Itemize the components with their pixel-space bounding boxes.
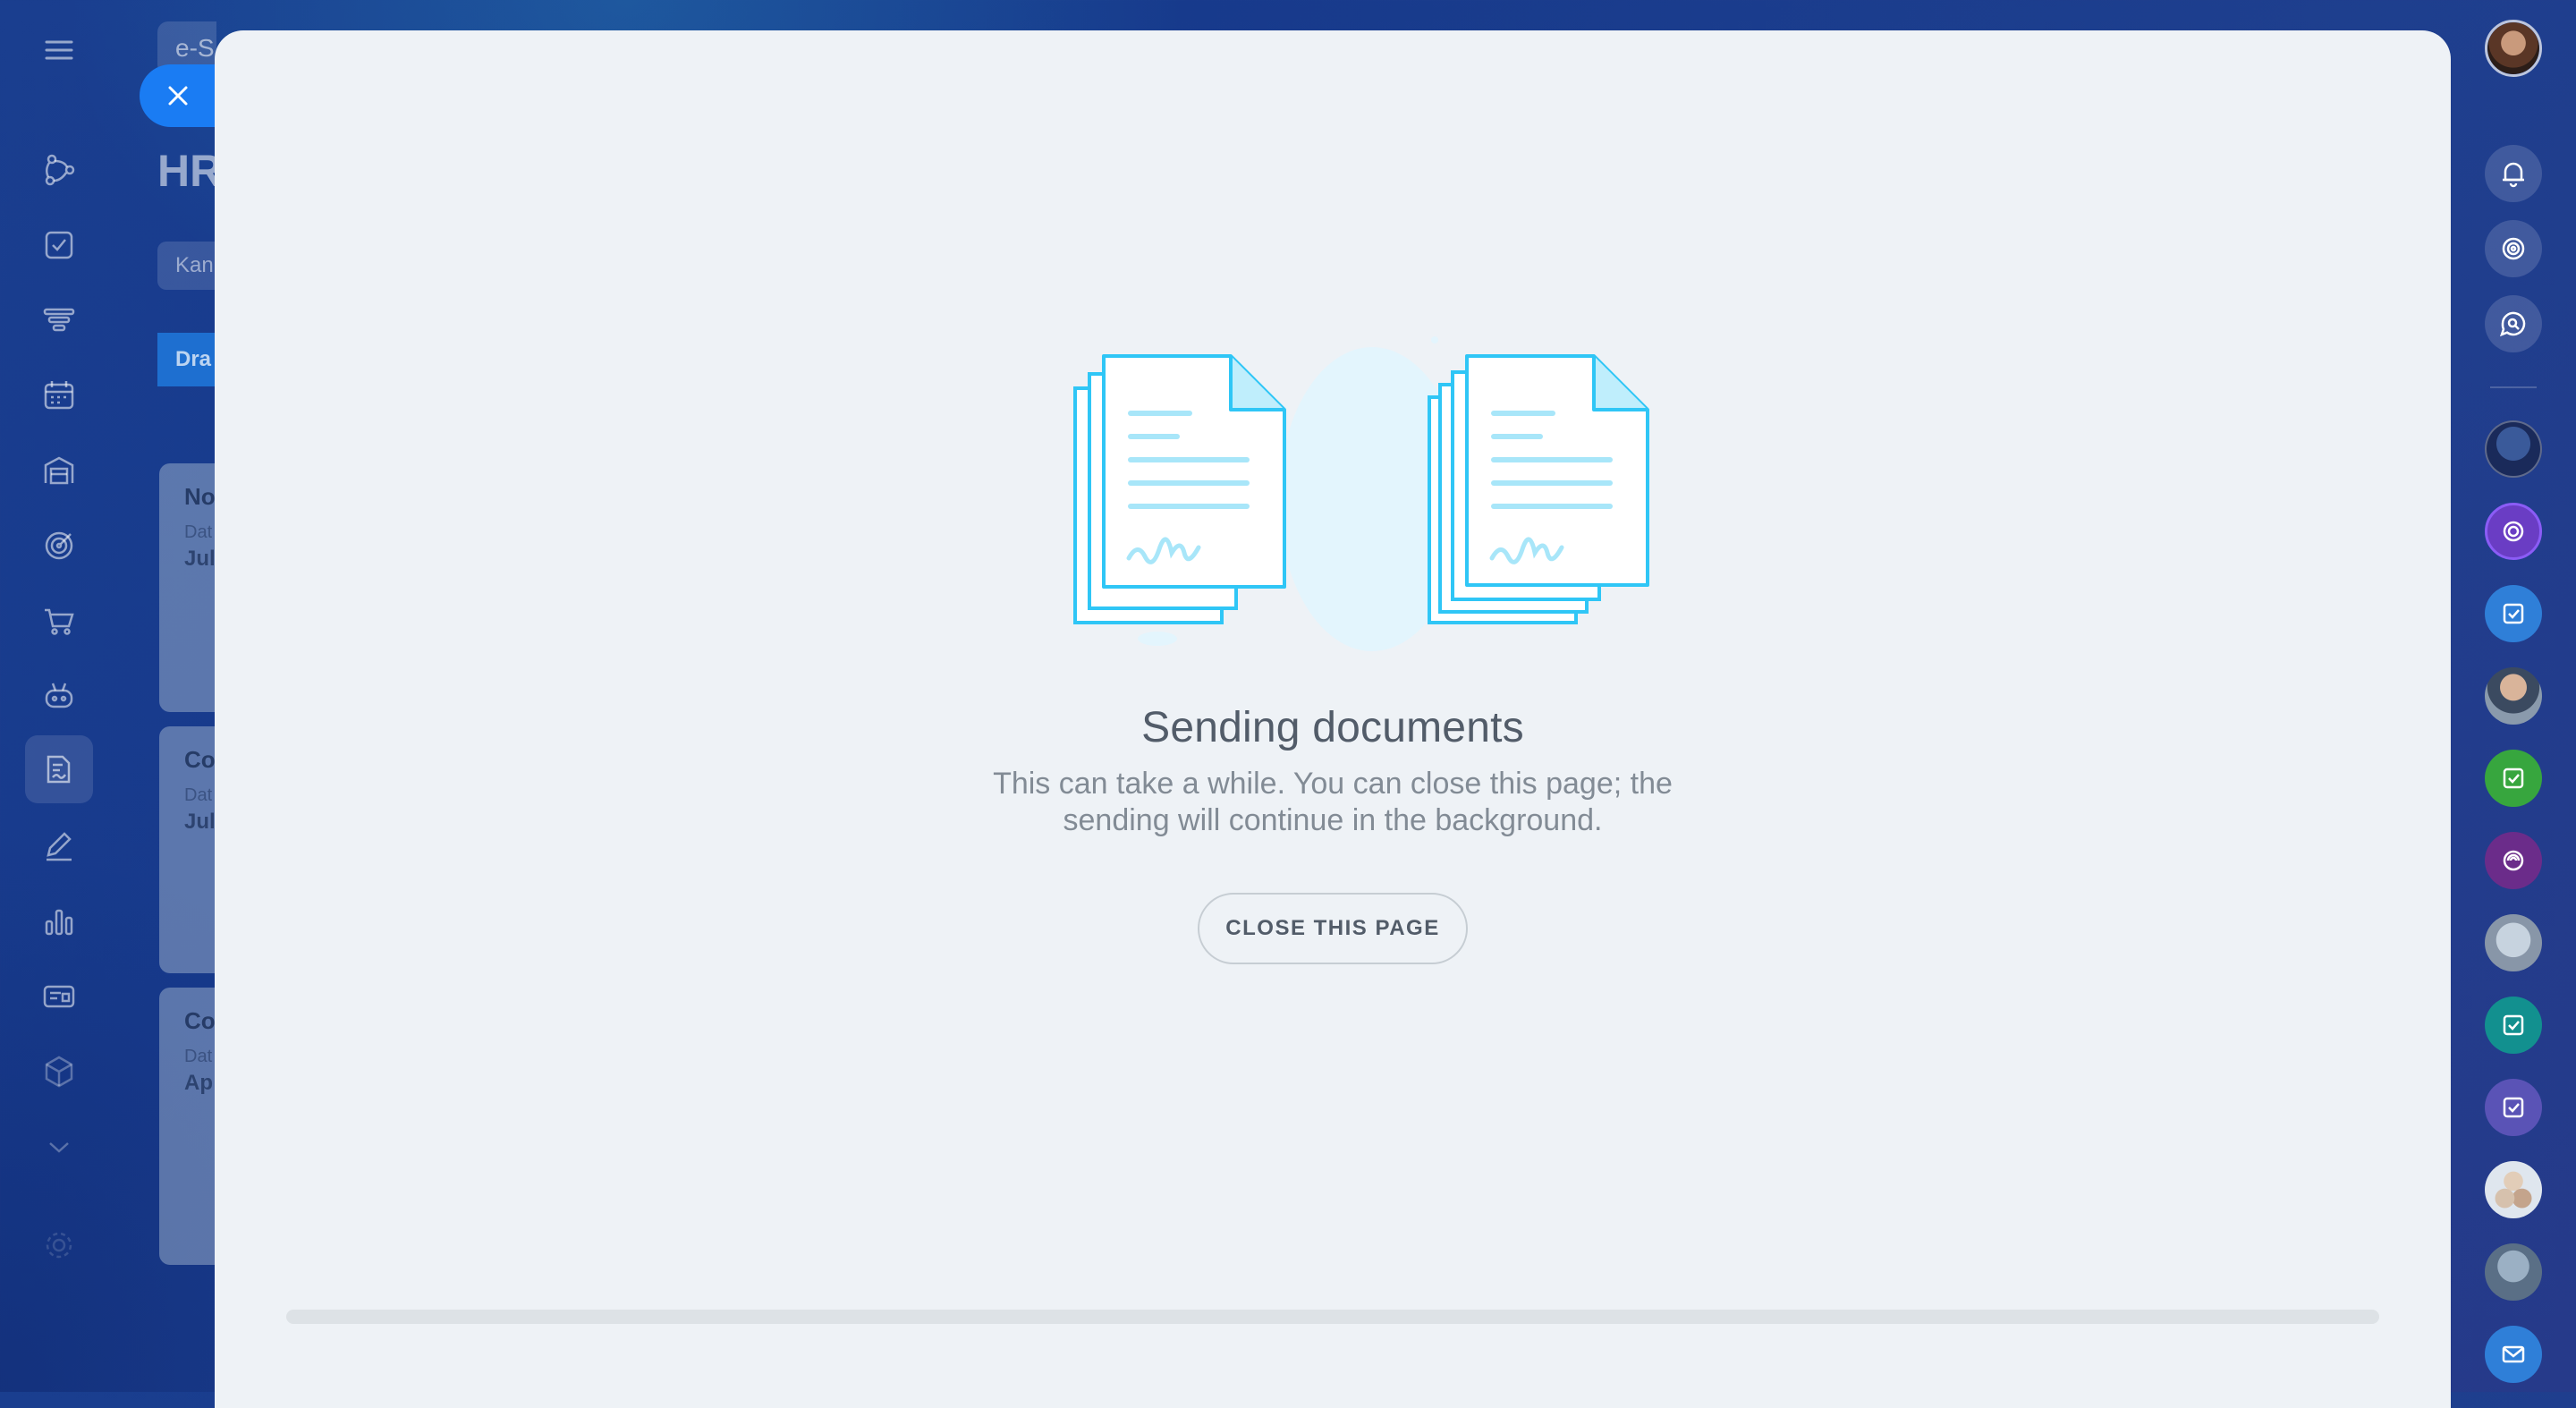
close-icon <box>168 86 188 106</box>
pen-icon[interactable] <box>34 821 84 871</box>
group-chat-avatar[interactable] <box>2485 1161 2542 1218</box>
contact-avatar-3[interactable] <box>2485 1243 2542 1301</box>
robot-icon[interactable] <box>34 671 84 721</box>
kanban-column-header: Dra <box>157 333 216 386</box>
right-sidebar <box>2451 0 2576 1392</box>
card-title: Co <box>184 746 216 773</box>
task-chat-icon-1[interactable] <box>2485 585 2542 642</box>
card-label: Dat <box>184 522 213 542</box>
tasks-icon[interactable] <box>34 220 84 270</box>
search-chat-icon[interactable] <box>2485 295 2542 352</box>
view-switcher[interactable]: Kan <box>157 242 216 290</box>
close-this-page-button[interactable]: CLOSE THIS PAGE <box>1198 893 1468 964</box>
copilot-chat-icon[interactable] <box>2485 503 2542 560</box>
user-avatar[interactable] <box>2485 20 2542 77</box>
documents-illustration-icon <box>1073 336 1649 651</box>
cube-icon[interactable] <box>34 1047 84 1097</box>
sign-document-icon[interactable] <box>25 735 93 803</box>
card-value: Jul <box>184 547 216 571</box>
gear-icon[interactable] <box>34 1220 84 1270</box>
ai-chat-icon[interactable] <box>2485 832 2542 889</box>
contact-avatar-2[interactable] <box>2485 667 2542 725</box>
card-label: Dat <box>184 785 213 805</box>
kanban-card[interactable]: Co Dat Ap <box>159 988 216 1265</box>
contact-card-icon[interactable] <box>34 971 84 1022</box>
cart-icon[interactable] <box>34 596 84 646</box>
target-icon[interactable] <box>34 521 84 571</box>
left-sidebar <box>0 0 118 1392</box>
crm-icon[interactable] <box>34 145 84 195</box>
card-value: Jul <box>184 810 216 834</box>
card-title: No (N <box>184 483 216 510</box>
progress-bar <box>286 1310 2379 1324</box>
warehouse-icon[interactable] <box>34 445 84 496</box>
funnel-icon[interactable] <box>34 295 84 345</box>
card-label: Dat <box>184 1047 213 1066</box>
task-chat-icon-3[interactable] <box>2485 997 2542 1054</box>
sidebar-divider <box>2490 386 2537 388</box>
card-title: Co <box>184 1007 216 1034</box>
bot-avatar[interactable] <box>2485 914 2542 971</box>
mail-icon[interactable] <box>2485 1326 2542 1383</box>
background-page: e-S HR Kan Dra No (N Dat Jul Co Dat Jul … <box>118 0 216 1392</box>
task-chat-icon-2[interactable] <box>2485 750 2542 807</box>
chevron-down-icon[interactable] <box>34 1122 84 1172</box>
bell-icon[interactable] <box>2485 145 2542 202</box>
task-chat-icon-4[interactable] <box>2485 1079 2542 1136</box>
copilot-icon[interactable] <box>2485 220 2542 277</box>
card-value: Ap <box>184 1071 213 1095</box>
sending-documents-panel: Sending documents This can take a while.… <box>215 30 2451 1408</box>
contact-avatar-1[interactable] <box>2485 420 2542 478</box>
calendar-icon[interactable] <box>34 370 84 420</box>
kanban-card[interactable]: No (N Dat Jul <box>159 463 216 712</box>
modal-description: This can take a while. You can close thi… <box>993 767 1673 837</box>
menu-icon[interactable] <box>34 25 84 75</box>
kanban-card[interactable]: Co Dat Jul <box>159 726 216 973</box>
analytics-icon[interactable] <box>34 896 84 946</box>
modal-title: Sending documents <box>1141 704 1524 751</box>
page-title: HR <box>157 146 216 196</box>
